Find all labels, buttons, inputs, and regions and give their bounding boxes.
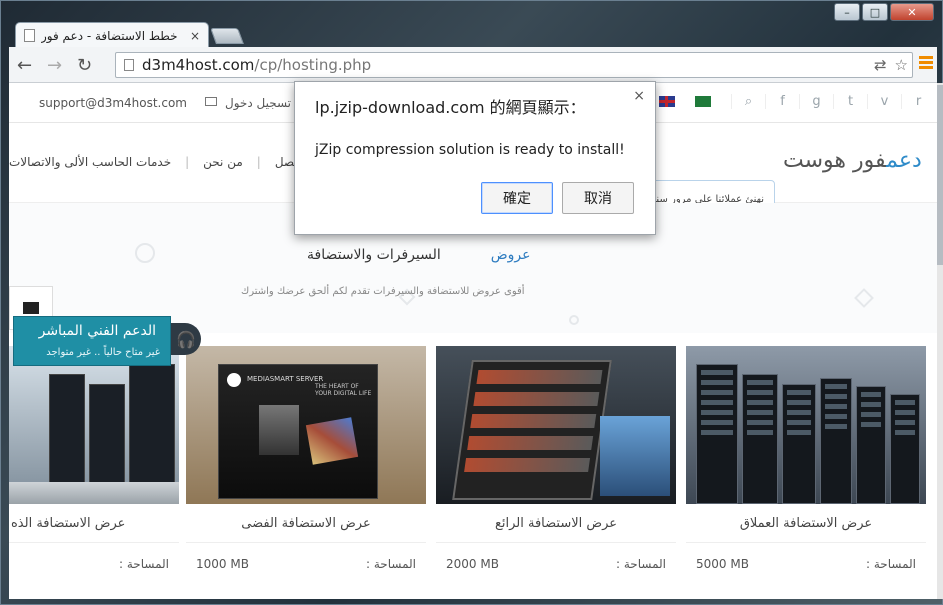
hosting-card[interactable]: عرض الاستضافة العملاق 5000 MB المساحة : bbox=[686, 346, 926, 599]
offer-tabs: عروض السيرفرات والاستضافة bbox=[307, 247, 531, 263]
dialog-title: lp.jzip-download.com 的網頁顯示： bbox=[315, 98, 586, 117]
site-logo[interactable]: دعمفور هوست bbox=[783, 148, 922, 173]
ok-button[interactable]: 確定 bbox=[481, 182, 553, 214]
tab-title: خطط الاستضافة - دعم فور bbox=[41, 28, 178, 43]
dialog-close-icon[interactable]: × bbox=[633, 88, 645, 104]
nav-services[interactable]: خدمات الحاسب الألى والاتصالات bbox=[9, 155, 171, 169]
nav-about[interactable]: من نحن bbox=[203, 155, 243, 169]
bookmark-star-icon[interactable]: ☆ bbox=[895, 56, 908, 74]
browser-window: – □ ✕ خطط الاستضافة - دعم فور × ← → ↻ d3… bbox=[0, 0, 943, 605]
twitter-icon[interactable]: t bbox=[833, 94, 867, 109]
browser-tab[interactable]: خطط الاستضافة - دعم فور × bbox=[15, 22, 209, 48]
arabic-flag-icon[interactable] bbox=[695, 96, 711, 107]
google-plus-icon[interactable]: g bbox=[799, 94, 833, 109]
search-icon[interactable]: ⌕ bbox=[731, 94, 765, 109]
card-title: عرض الاستضافة الفضى bbox=[241, 516, 371, 531]
datacenter-image bbox=[9, 346, 179, 504]
page-info-icon[interactable] bbox=[124, 59, 134, 71]
storage-label: المساحة : bbox=[366, 557, 416, 571]
maximize-button[interactable]: □ bbox=[862, 3, 888, 21]
card-title: عرض الاستضافة الرائع bbox=[494, 516, 618, 531]
mail-icon bbox=[205, 97, 217, 106]
section-subtitle: أقوى عروض للاستضافة والسيرفرات تقدم لكم … bbox=[241, 286, 525, 297]
address-bar[interactable]: d3m4host.com/cp/hosting.php ⇄ ☆ bbox=[115, 52, 913, 78]
reload-icon[interactable]: ↻ bbox=[77, 55, 92, 76]
hosting-card[interactable]: MEDIASMART SERVER THE HEART OF YOUR DIGI… bbox=[186, 346, 426, 599]
login-link[interactable]: تسجيل دخول bbox=[225, 96, 291, 110]
new-tab-button[interactable] bbox=[210, 28, 244, 44]
storage-label: المساحة : bbox=[866, 557, 916, 571]
translate-icon[interactable]: ⇄ bbox=[874, 56, 887, 74]
vimeo-icon[interactable]: v bbox=[867, 94, 901, 109]
rss-icon[interactable]: r bbox=[901, 94, 935, 109]
live-support-widget[interactable]: الدعم الفني المباشر غير متاح حالياً .. غ… bbox=[13, 316, 171, 366]
facebook-icon[interactable]: f bbox=[765, 94, 799, 109]
storage-label: المساحة : bbox=[616, 557, 666, 571]
tab-offers[interactable]: عروض bbox=[491, 247, 531, 263]
watermark: 卡饭论坛 bbs.kafan.cn bbox=[11, 579, 165, 594]
dialog-message: jZip compression solution is ready to in… bbox=[315, 142, 625, 158]
tab-close-icon[interactable]: × bbox=[190, 29, 200, 43]
minimize-button[interactable]: – bbox=[834, 3, 860, 21]
server-racks-image bbox=[686, 346, 926, 504]
card-title: عرض الاستضافة العملاق bbox=[739, 516, 873, 531]
support-email[interactable]: support@d3m4host.com bbox=[39, 96, 187, 110]
mediasmart-box-image: MEDIASMART SERVER THE HEART OF YOUR DIGI… bbox=[186, 346, 426, 504]
hp-logo bbox=[227, 373, 241, 387]
forward-icon[interactable]: → bbox=[47, 55, 62, 76]
hosting-card[interactable]: عرض الاستضافة الرائع 2000 MB المساحة : bbox=[436, 346, 676, 599]
storage-size: 1000 MB bbox=[196, 557, 249, 571]
window-close-button[interactable]: ✕ bbox=[890, 3, 934, 21]
open-server-image bbox=[436, 346, 676, 504]
cancel-button[interactable]: 取消 bbox=[562, 182, 634, 214]
alert-dialog: lp.jzip-download.com 的網頁顯示： × jZip compr… bbox=[294, 81, 656, 235]
page-icon bbox=[24, 29, 35, 42]
support-title: الدعم الفني المباشر bbox=[38, 323, 156, 339]
storage-size: 5000 MB bbox=[696, 557, 749, 571]
storage-label: المساحة : bbox=[119, 557, 169, 571]
card-title: عرض الاستضافة الذه bbox=[11, 516, 126, 531]
page-scrollbar[interactable] bbox=[937, 83, 943, 599]
window-controls: – □ ✕ bbox=[834, 3, 934, 21]
social-links: ⌕ f g t v r bbox=[731, 94, 935, 109]
back-icon[interactable]: ← bbox=[17, 55, 32, 76]
support-status: غير متاح حالياً .. غير متواجد bbox=[46, 347, 160, 358]
url-text: d3m4host.com/cp/hosting.php bbox=[142, 56, 372, 74]
browser-toolbar: ← → ↻ d3m4host.com/cp/hosting.php ⇄ ☆ bbox=[9, 47, 937, 83]
tab-servers-hosting[interactable]: السيرفرات والاستضافة bbox=[307, 247, 441, 263]
menu-icon[interactable] bbox=[919, 56, 933, 71]
storage-size: 2000 MB bbox=[446, 557, 499, 571]
hosting-card[interactable]: عرض الاستضافة الذه المساحة : bbox=[9, 346, 179, 599]
english-flag-icon[interactable] bbox=[659, 96, 675, 107]
